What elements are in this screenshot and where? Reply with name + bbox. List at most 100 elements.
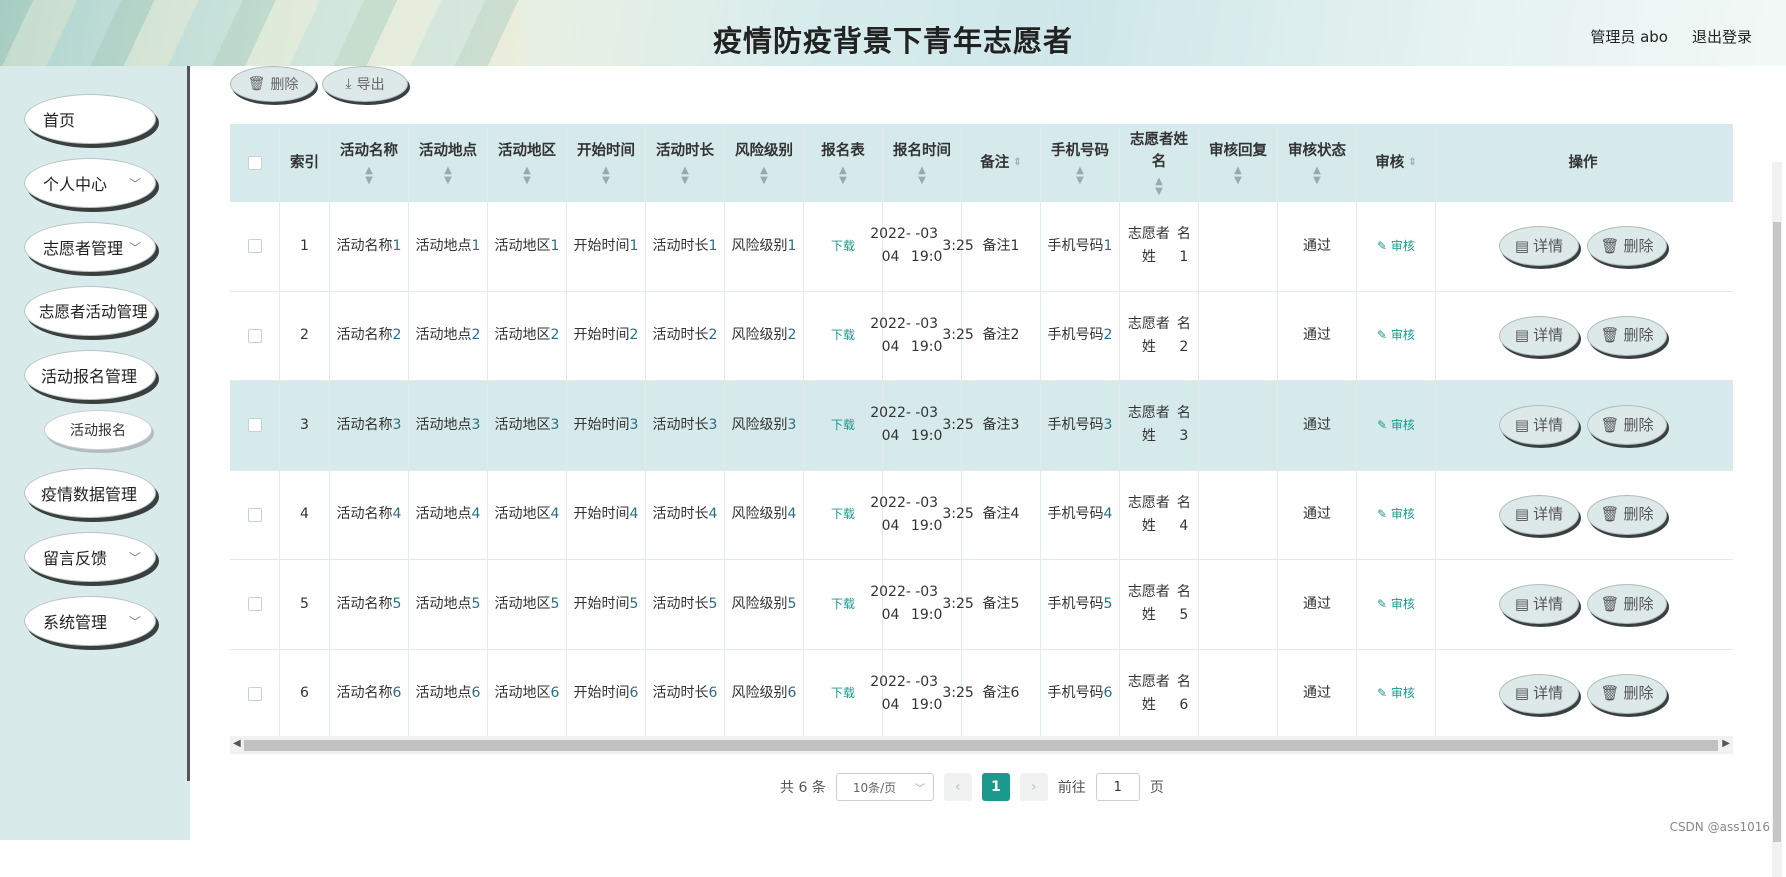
row-delete-label: 删除 bbox=[1624, 324, 1654, 347]
header-cell-activity-name[interactable]: 活动名称▲▼ bbox=[330, 124, 409, 202]
detail-button[interactable]: ▤详情 bbox=[1499, 674, 1579, 714]
audit-link[interactable]: ✎ 审核 bbox=[1377, 324, 1415, 347]
row-checkbox[interactable] bbox=[248, 597, 262, 611]
header-cell-duration[interactable]: 活动时长▲▼ bbox=[646, 124, 725, 202]
sort-icon[interactable]: ▲▼ bbox=[918, 166, 926, 186]
cell-line: 4 bbox=[551, 503, 560, 526]
audit-link[interactable]: ✎ 审核 bbox=[1377, 414, 1415, 437]
sort-icon[interactable]: ⇕ bbox=[1013, 152, 1021, 174]
goto-page-input[interactable]: 1 bbox=[1096, 773, 1140, 801]
row-delete-button[interactable]: 🗑删除 bbox=[1587, 584, 1667, 624]
download-link[interactable]: 下载 bbox=[831, 414, 855, 437]
row-checkbox[interactable] bbox=[248, 239, 262, 253]
sort-icon[interactable]: ▲▼ bbox=[760, 166, 768, 186]
table-row[interactable]: 6 活动名称 6 活动地点 6 活动地区 6 开始时间 6 活动时长 6 风险级… bbox=[230, 650, 1733, 740]
cell-index: 1 bbox=[280, 202, 330, 291]
download-link[interactable]: 下载 bbox=[831, 503, 855, 526]
sidebar-item-system-management[interactable]: 系统管理 ﹀ bbox=[24, 596, 156, 646]
table-row[interactable]: 5 活动名称 5 活动地点 5 活动地区 5 开始时间 5 活动时长 5 风险级… bbox=[230, 560, 1733, 650]
sort-icon[interactable]: ▲▼ bbox=[602, 166, 610, 186]
header-cell-activity-place[interactable]: 活动地点▲▼ bbox=[409, 124, 488, 202]
row-checkbox[interactable] bbox=[248, 418, 262, 432]
prev-page-button[interactable]: ‹ bbox=[944, 773, 972, 801]
detail-button[interactable]: ▤详情 bbox=[1499, 584, 1579, 624]
detail-button[interactable]: ▤详情 bbox=[1499, 495, 1579, 535]
row-delete-button[interactable]: 🗑删除 bbox=[1587, 405, 1667, 445]
row-delete-button[interactable]: 🗑删除 bbox=[1587, 674, 1667, 714]
download-link[interactable]: 下载 bbox=[831, 235, 855, 258]
row-delete-button[interactable]: 🗑删除 bbox=[1587, 226, 1667, 266]
download-link[interactable]: 下载 bbox=[831, 682, 855, 705]
detail-button[interactable]: ▤详情 bbox=[1499, 316, 1579, 356]
page-number-button[interactable]: 1 bbox=[982, 773, 1010, 801]
cell-line: 1 bbox=[393, 235, 402, 258]
sort-icon[interactable]: ▲▼ bbox=[1313, 166, 1321, 186]
row-checkbox[interactable] bbox=[248, 687, 262, 701]
table-row[interactable]: 3 活动名称 3 活动地点 3 活动地区 3 开始时间 3 活动时长 3 风险级… bbox=[230, 381, 1733, 471]
sort-icon[interactable]: ▲▼ bbox=[839, 166, 847, 186]
header-cell-audit-reply[interactable]: 审核回复▲▼ bbox=[1199, 124, 1278, 202]
top-header: 疫情防疫背景下青年志愿者 管理员 abo 退出登录 bbox=[0, 0, 1786, 66]
header-cell-signup-time[interactable]: 报名时间 ▲▼ bbox=[883, 124, 962, 202]
detail-button[interactable]: ▤详情 bbox=[1499, 405, 1579, 445]
select-all-checkbox[interactable] bbox=[248, 156, 262, 170]
vertical-scrollbar[interactable] bbox=[1772, 162, 1782, 877]
sort-icon[interactable]: ▲▼ bbox=[1076, 166, 1084, 186]
next-page-button[interactable]: › bbox=[1020, 773, 1048, 801]
header-cell-start-time[interactable]: 开始时间▲▼ bbox=[567, 124, 646, 202]
table-row[interactable]: 2 活动名称 2 活动地点 2 活动地区 2 开始时间 2 活动时长 2 风险级… bbox=[230, 292, 1733, 382]
logout-link[interactable]: 退出登录 bbox=[1692, 26, 1752, 47]
cell-line: 志愿者姓 bbox=[1124, 402, 1174, 448]
audit-link[interactable]: ✎ 审核 bbox=[1377, 682, 1415, 705]
header-cell-activity-area[interactable]: 活动地区▲▼ bbox=[488, 124, 567, 202]
header-cell-phone[interactable]: 手机号码▲▼ bbox=[1041, 124, 1120, 202]
sidebar-subitem-activity-signup[interactable]: 活动报名 bbox=[44, 410, 152, 450]
cell-line: 2022-04 bbox=[870, 492, 911, 538]
sort-icon[interactable]: ⇕ bbox=[1408, 152, 1416, 174]
row-delete-button[interactable]: 🗑删除 bbox=[1587, 316, 1667, 356]
sort-icon[interactable]: ▲▼ bbox=[1155, 177, 1163, 197]
audit-link[interactable]: ✎ 审核 bbox=[1377, 503, 1415, 526]
header-cell-audit-status[interactable]: 审核状态▲▼ bbox=[1278, 124, 1357, 202]
sidebar-item-activity-signup-management[interactable]: 活动报名管理 bbox=[24, 350, 156, 400]
sidebar-item-home[interactable]: 首页 bbox=[24, 94, 156, 144]
sidebar-item-personal-center[interactable]: 个人中心 ﹀ bbox=[24, 158, 156, 208]
row-checkbox[interactable] bbox=[248, 329, 262, 343]
page-size-select[interactable]: 10条/页 ﹀ bbox=[836, 773, 934, 801]
scroll-left-arrow-icon[interactable]: ◀ bbox=[233, 738, 241, 749]
header-cell-risk-level[interactable]: 风险级别▲▼ bbox=[725, 124, 804, 202]
detail-button[interactable]: ▤详情 bbox=[1499, 226, 1579, 266]
batch-delete-button[interactable]: 🗑 删除 bbox=[230, 66, 316, 102]
header-cell-note[interactable]: 备注⇕ bbox=[962, 124, 1041, 202]
download-link[interactable]: 下载 bbox=[831, 324, 855, 347]
sidebar-item-epidemic-data-management[interactable]: 疫情数据管理 bbox=[24, 468, 156, 518]
trash-icon: 🗑 bbox=[1600, 503, 1619, 526]
table-row[interactable]: 4 活动名称 4 活动地点 4 活动地区 4 开始时间 4 活动时长 4 风险级… bbox=[230, 471, 1733, 561]
cell-line: 3 bbox=[630, 414, 639, 437]
row-checkbox[interactable] bbox=[248, 508, 262, 522]
sort-icon[interactable]: ▲▼ bbox=[1234, 166, 1242, 186]
sidebar-item-volunteer-management[interactable]: 志愿者管理 ﹀ bbox=[24, 222, 156, 272]
row-delete-button[interactable]: 🗑删除 bbox=[1587, 495, 1667, 535]
sort-icon[interactable]: ▲▼ bbox=[365, 166, 373, 186]
audit-link[interactable]: ✎ 审核 bbox=[1377, 593, 1415, 616]
sort-icon[interactable]: ▲▼ bbox=[523, 166, 531, 186]
export-button[interactable]: ⤓ 导出 bbox=[322, 66, 408, 102]
vertical-scroll-thumb[interactable] bbox=[1773, 222, 1781, 842]
audit-link[interactable]: ✎ 审核 bbox=[1377, 235, 1415, 258]
download-link[interactable]: 下载 bbox=[831, 593, 855, 616]
sidebar-item-volunteer-activity-management[interactable]: 志愿者活动管理 bbox=[24, 286, 156, 336]
table-row[interactable]: 1 活动名称 1 活动地点 1 活动地区 1 开始时间 1 活动时长 1 风险级… bbox=[230, 202, 1733, 292]
sort-icon[interactable]: ▲▼ bbox=[444, 166, 452, 186]
cell-line: 活动名称 bbox=[337, 503, 393, 526]
scroll-right-arrow-icon[interactable]: ▶ bbox=[1722, 738, 1730, 749]
horizontal-scrollbar[interactable]: ◀ ▶ bbox=[230, 736, 1733, 754]
header-cell-volunteer-name[interactable]: 志愿者姓名▲▼ bbox=[1120, 124, 1199, 202]
header-cell-audit[interactable]: 审核⇕ bbox=[1357, 124, 1436, 202]
sort-icon[interactable]: ▲▼ bbox=[681, 166, 689, 186]
header-label: 报名时间 bbox=[893, 140, 951, 162]
cell-note: 备注5 bbox=[962, 560, 1041, 649]
header-cell-signup-form[interactable]: 报名表▲▼ bbox=[804, 124, 883, 202]
horizontal-scroll-thumb[interactable] bbox=[244, 740, 1718, 751]
sidebar-item-feedback[interactable]: 留言反馈 ﹀ bbox=[24, 532, 156, 582]
